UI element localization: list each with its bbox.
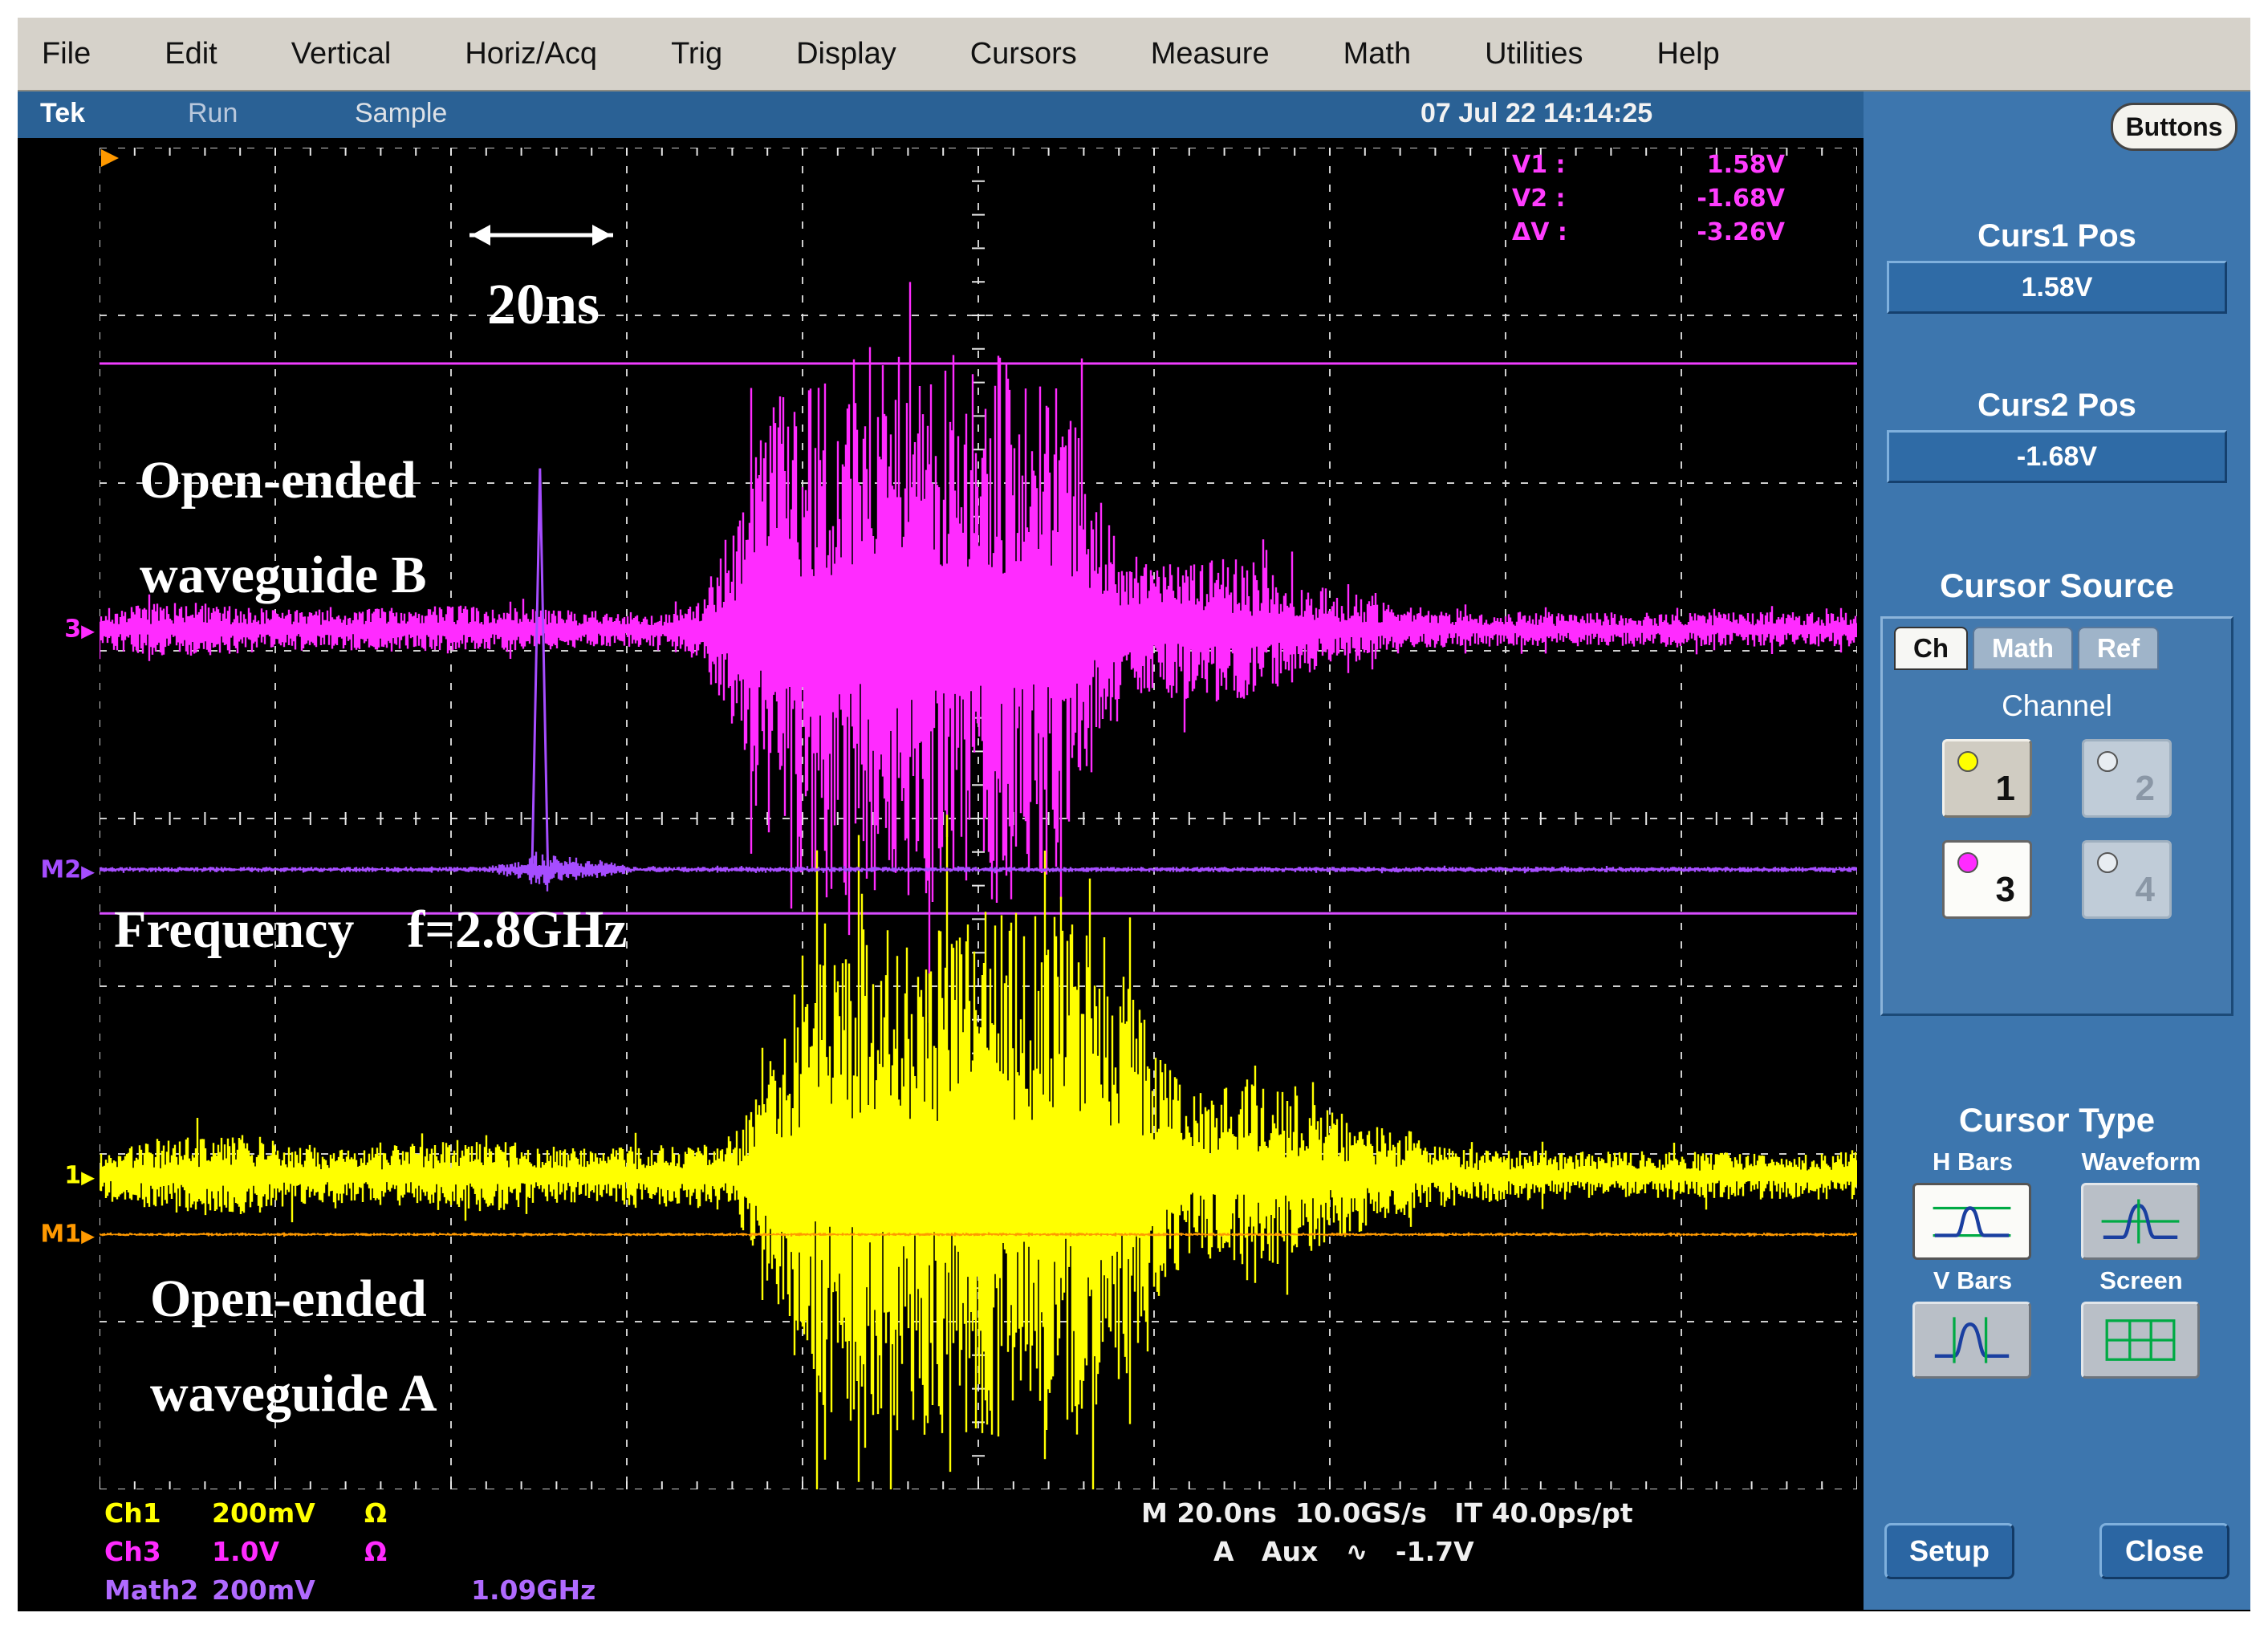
acquisition-mode: Sample [355, 98, 447, 129]
close-button[interactable]: Close [2099, 1523, 2229, 1579]
menu-bar: File Edit Vertical Horiz/Acq Trig Displa… [18, 18, 2250, 91]
delta-v-label: ΔV : [1512, 218, 1567, 252]
marker-arrow-icon: ▶ [81, 1168, 95, 1188]
math2-readout-name: Math2 [104, 1574, 198, 1606]
status-bar: Tek Run Sample 07 Jul 22 14:14:25 [18, 91, 1864, 138]
waveform-button[interactable] [2081, 1183, 2200, 1260]
math2-ground-marker: M2▶ [18, 856, 95, 884]
curs1-pos-value[interactable]: 1.58V [1887, 261, 2227, 314]
ch3-readout-scale: 1.0V [212, 1536, 279, 1567]
ch1-readout-scale: 200mV [212, 1497, 315, 1529]
channel-4-button[interactable]: 4 [2082, 840, 2172, 919]
ch1-ground-marker: 1▶ [18, 1162, 95, 1190]
acquisition-state: Run [188, 98, 238, 129]
channel-2-color-dot-icon [2097, 751, 2118, 772]
v2-label: V2 : [1512, 185, 1566, 218]
waveguide-b-annotation: Open-ended waveguide B [140, 433, 427, 623]
v-bars-label: V Bars [1912, 1266, 2033, 1295]
v1-label: V1 : [1512, 151, 1566, 185]
math1-ground-marker: M1▶ [18, 1221, 95, 1249]
menu-item-vertical[interactable]: Vertical [291, 37, 392, 71]
curs1-pos-title: Curs1 Pos [1977, 218, 2136, 254]
oscilloscope-screen: File Edit Vertical Horiz/Acq Trig Displa… [0, 0, 2268, 1629]
h-bars-button[interactable] [1912, 1183, 2031, 1260]
timebase-readout: M 20.0ns 10.0GS/s IT 40.0ps/pt [1141, 1497, 1633, 1529]
tab-math[interactable]: Math [1973, 627, 2073, 670]
v2-value: -1.68V [1697, 185, 1785, 218]
menu-item-measure[interactable]: Measure [1151, 37, 1270, 71]
cursor-source-title: Cursor Source [1940, 567, 2174, 605]
math2-readout-scale: 200mV [212, 1574, 315, 1606]
tab-ref[interactable]: Ref [2078, 627, 2159, 670]
cursor-source-tabs: Ch Math Ref [1894, 627, 2231, 670]
scope-application-window: File Edit Vertical Horiz/Acq Trig Displa… [18, 18, 2250, 1611]
channel-2-button[interactable]: 2 [2082, 739, 2172, 818]
trigger-readout: A Aux ∿ -1.7V [1213, 1536, 1474, 1567]
ch3-ground-marker: 3▶ [18, 615, 95, 644]
channel-4-color-dot-icon [2097, 852, 2118, 873]
setup-button[interactable]: Setup [1884, 1523, 2014, 1579]
ch1-readout-coupling: Ω [364, 1497, 387, 1529]
marker-arrow-icon: ▶ [81, 863, 95, 883]
menu-item-horiz-acq[interactable]: Horiz/Acq [465, 37, 597, 71]
menu-item-file[interactable]: File [42, 37, 91, 71]
menu-item-utilities[interactable]: Utilities [1485, 37, 1583, 71]
tek-logo: Tek [40, 98, 85, 129]
frequency-annotation: Frequency f=2.8GHz [114, 883, 627, 977]
cursor-source-box: Ch Math Ref Channel 1 2 [1880, 616, 2233, 1016]
screen-cursor-icon [2096, 1314, 2185, 1367]
side-panel: Buttons Curs1 Pos 1.58V Curs2 Pos -1.68V… [1864, 91, 2250, 1610]
cursor-readout: V1 : 1.58V V2 : -1.68V ΔV : -3.26V [1512, 151, 1785, 252]
channel-3-color-dot-icon [1957, 852, 1978, 873]
panel-bottom-buttons: Setup Close [1864, 1523, 2250, 1579]
menu-item-cursors[interactable]: Cursors [970, 37, 1077, 71]
waveform-display: 3▶ M2▶ 1▶ M1▶ V1 : 1.58V V2 : -1.68V ΔV : -… [18, 138, 1864, 1610]
timescale-annotation: 20ns [487, 257, 600, 351]
waveform-label: Waveform [2081, 1148, 2201, 1176]
curs2-pos-title: Curs2 Pos [1977, 388, 2136, 424]
v-bars-icon [1928, 1314, 2016, 1367]
channel-button-grid: 1 2 3 4 [1883, 739, 2231, 919]
trigger-position-marker [101, 149, 119, 167]
menu-item-trig[interactable]: Trig [671, 37, 722, 71]
waveform-cursor-icon [2096, 1195, 2185, 1248]
channel-1-color-dot-icon [1957, 751, 1978, 772]
datetime-readout: 07 Jul 22 14:14:25 [1421, 98, 1652, 129]
timescale-arrow-icon [455, 220, 628, 250]
menu-item-math[interactable]: Math [1343, 37, 1411, 71]
screen-button[interactable] [2081, 1302, 2200, 1379]
cursor-type-grid: H Bars Waveform V Bars [1912, 1148, 2201, 1379]
h-bars-icon [1928, 1195, 2016, 1248]
v1-value: 1.58V [1707, 151, 1785, 185]
marker-arrow-icon: ▶ [81, 1227, 95, 1247]
menu-item-help[interactable]: Help [1657, 37, 1720, 71]
h-bars-label: H Bars [1912, 1148, 2033, 1176]
ch3-readout-name: Ch3 [104, 1536, 161, 1567]
channel-group-label: Channel [1883, 689, 2231, 723]
ch3-readout-coupling: Ω [364, 1536, 387, 1567]
v-bars-button[interactable] [1912, 1302, 2031, 1379]
channel-1-button[interactable]: 1 [1942, 739, 2032, 818]
cursor-type-title: Cursor Type [1959, 1101, 2155, 1139]
ch1-readout-name: Ch1 [104, 1497, 161, 1529]
curs2-pos-value[interactable]: -1.68V [1887, 430, 2227, 483]
waveguide-a-annotation: Open-ended waveguide A [150, 1252, 437, 1441]
menu-item-edit[interactable]: Edit [165, 37, 217, 71]
channel-3-button[interactable]: 3 [1942, 840, 2032, 919]
buttons-button[interactable]: Buttons [2111, 103, 2238, 151]
screen-label: Screen [2081, 1266, 2201, 1295]
tab-ch[interactable]: Ch [1894, 627, 1968, 670]
menu-item-display[interactable]: Display [796, 37, 896, 71]
math2-readout-frequency: 1.09GHz [471, 1574, 595, 1606]
delta-v-value: -3.26V [1697, 218, 1785, 252]
marker-arrow-icon: ▶ [81, 622, 95, 642]
